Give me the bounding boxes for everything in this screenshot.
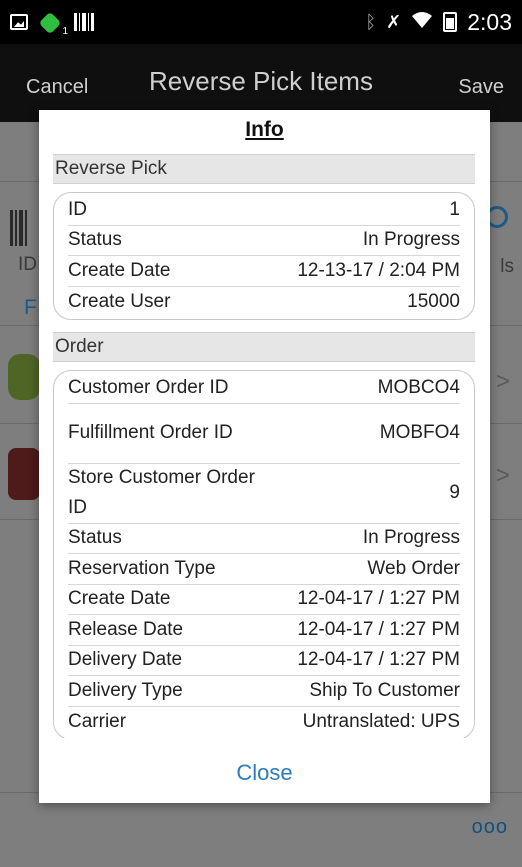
info-row: Create User 15000 [68, 287, 460, 318]
row-value: 9 [449, 482, 460, 503]
info-row: Status In Progress [68, 226, 460, 256]
row-label: ID [68, 198, 87, 220]
bg-details-fragment: ls [500, 256, 514, 277]
image-icon [10, 14, 28, 30]
section-header-reverse-pick: Reverse Pick [53, 154, 475, 184]
bg-filter-fragment: F [24, 296, 37, 319]
info-row: Delivery Type Ship To Customer [68, 676, 460, 707]
row-label: Status [68, 229, 122, 251]
section-header-order: Order [53, 332, 475, 362]
info-row: Reservation Type Web Order [68, 554, 460, 585]
info-row: Create Date 12-13-17 / 2:04 PM [68, 256, 460, 287]
row-value: Untranslated: UPS [302, 710, 460, 732]
chevron-right-icon: > [495, 462, 510, 489]
row-value: Ship To Customer [309, 679, 460, 701]
info-row: Carrier Untranslated: UPS [68, 707, 460, 738]
wifi-icon [411, 11, 433, 34]
row-value: Web Order [367, 557, 460, 579]
info-row: ID 1 [68, 195, 460, 226]
row-label: Delivery Date [68, 649, 183, 671]
row-value: 12-04-17 / 1:27 PM [297, 649, 460, 671]
order-card: Customer Order ID MOBCO4 Fulfillment Ord… [53, 370, 475, 738]
info-row: Store Customer Order ID 9 [68, 464, 460, 524]
row-value: 12-13-17 / 2:04 PM [297, 259, 460, 281]
mute-icon: ✗ [386, 11, 402, 33]
battery-icon [443, 12, 458, 32]
android-icon: 1 [38, 11, 68, 37]
status-bar: 1 ᛒ ✗ 2:03 [0, 0, 522, 44]
item-thumbnail [8, 448, 40, 500]
row-label: Carrier [68, 710, 127, 732]
row-label: Store Customer Order ID [68, 467, 255, 518]
info-row: Status In Progress [68, 524, 460, 554]
row-value: In Progress [362, 527, 460, 549]
dialog-title: Info [245, 118, 284, 141]
info-row: Release Date 12-04-17 / 1:27 PM [68, 615, 460, 646]
row-value: 12-04-17 / 1:27 PM [297, 588, 460, 610]
barcode-scan-icon [10, 210, 38, 246]
info-row: Create Date 12-04-17 / 1:27 PM [68, 585, 460, 615]
row-label: Create Date [68, 588, 171, 610]
row-label: Customer Order ID [68, 376, 229, 398]
row-label: Status [68, 527, 122, 549]
bg-id-fragment: ID [18, 254, 37, 275]
info-row: Delivery Date 12-04-17 / 1:27 PM [68, 646, 460, 676]
page-title: Reverse Pick Items [149, 66, 373, 96]
row-label: Create User [68, 290, 171, 312]
row-label: Delivery Type [68, 679, 183, 701]
row-label: Create Date [68, 259, 171, 281]
info-row: Fulfillment Order ID MOBFO4 [68, 404, 460, 464]
row-label: Fulfillment Order ID [68, 422, 233, 443]
info-row: Customer Order ID MOBCO4 [68, 373, 460, 404]
barcode-icon [74, 13, 95, 31]
dialog-scroll-area[interactable]: Reverse Pick ID 1 Status In Progress Cre… [53, 154, 475, 738]
save-button[interactable]: Save [458, 76, 504, 99]
chevron-right-icon: > [495, 368, 510, 395]
row-value: 1 [449, 198, 460, 220]
row-value: 12-04-17 / 1:27 PM [297, 618, 460, 640]
row-value: 15000 [407, 290, 460, 312]
row-label: Release Date [68, 618, 184, 640]
close-button[interactable]: Close [39, 760, 490, 786]
bluetooth-icon: ᛒ [365, 11, 377, 33]
row-value: In Progress [362, 229, 460, 251]
info-dialog: Info Reverse Pick ID 1 Status In Progres… [39, 110, 490, 803]
more-button[interactable]: ooo [472, 816, 508, 839]
row-label: Reservation Type [68, 557, 216, 579]
row-value: MOBCO4 [377, 376, 460, 398]
row-value: MOBFO4 [379, 422, 460, 443]
clock: 2:03 [467, 8, 512, 35]
item-thumbnail [8, 354, 40, 400]
android-badge: 1 [62, 26, 68, 37]
reverse-pick-card: ID 1 Status In Progress Create Date 12-1… [53, 192, 475, 320]
